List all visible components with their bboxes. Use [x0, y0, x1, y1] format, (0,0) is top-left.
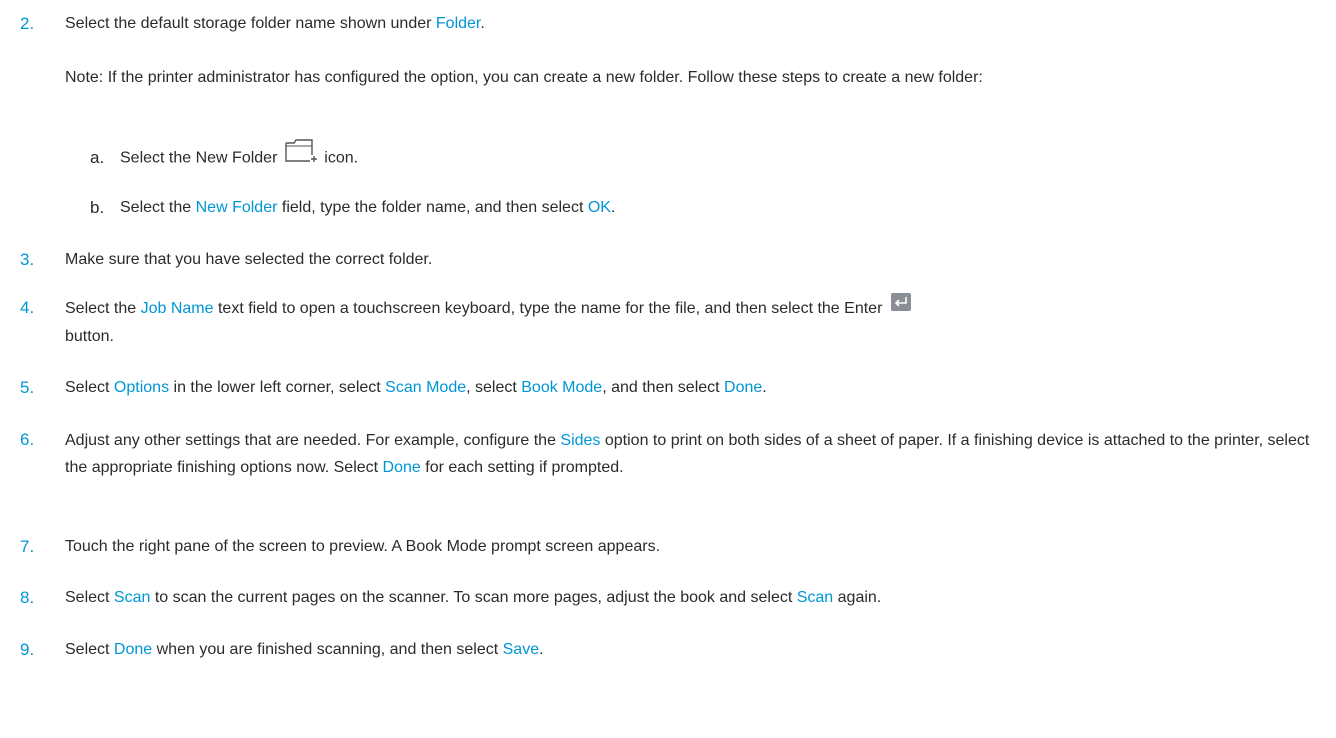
- substep-text: Select the New Folder icon.: [120, 139, 1320, 172]
- enter-icon: [890, 292, 911, 321]
- substep-letter: b.: [90, 198, 105, 217]
- folder-link[interactable]: Folder: [436, 15, 480, 32]
- note-text: Note: If the printer administrator has c…: [65, 69, 983, 86]
- sides-link[interactable]: Sides: [560, 432, 600, 449]
- step-text: Select Options in the lower left corner,…: [65, 379, 767, 396]
- step-text: Adjust any other settings that are neede…: [65, 432, 1310, 476]
- step-number: 7.: [20, 537, 35, 556]
- job-name-link[interactable]: Job Name: [141, 300, 214, 317]
- done-link[interactable]: Done: [724, 379, 762, 396]
- step-number: 5.: [20, 378, 35, 397]
- book-mode-link[interactable]: Book Mode: [521, 379, 602, 396]
- step-text: Make sure that you have selected the cor…: [65, 251, 433, 268]
- new-folder-link[interactable]: New Folder: [196, 199, 278, 216]
- scan-mode-link[interactable]: Scan Mode: [385, 379, 466, 396]
- done-link[interactable]: Done: [383, 459, 421, 476]
- substep-letter: a.: [90, 148, 105, 167]
- step-number: 3.: [20, 250, 35, 269]
- step-text: Select Scan to scan the current pages on…: [65, 589, 882, 606]
- new-folder-icon: [284, 139, 318, 172]
- scan-link[interactable]: Scan: [797, 589, 833, 606]
- done-link[interactable]: Done: [114, 641, 152, 658]
- substep-text: Select the New Folder field, type the fo…: [120, 199, 616, 216]
- step-number: 9.: [20, 640, 35, 659]
- step-number: 4.: [20, 298, 35, 317]
- save-link[interactable]: Save: [503, 641, 539, 658]
- step-text: Select the Job Name text field to open a…: [65, 292, 1333, 351]
- scan-link[interactable]: Scan: [114, 589, 150, 606]
- step-text: Touch the right pane of the screen to pr…: [65, 538, 661, 555]
- step-number: 8.: [20, 588, 35, 607]
- ok-link[interactable]: OK: [588, 199, 611, 216]
- step-number: 2.: [20, 14, 35, 33]
- step-text: Select Done when you are finished scanni…: [65, 641, 544, 658]
- options-link[interactable]: Options: [114, 379, 169, 396]
- step-text: Select the default storage folder name s…: [65, 15, 485, 32]
- step-number: 6.: [20, 430, 35, 449]
